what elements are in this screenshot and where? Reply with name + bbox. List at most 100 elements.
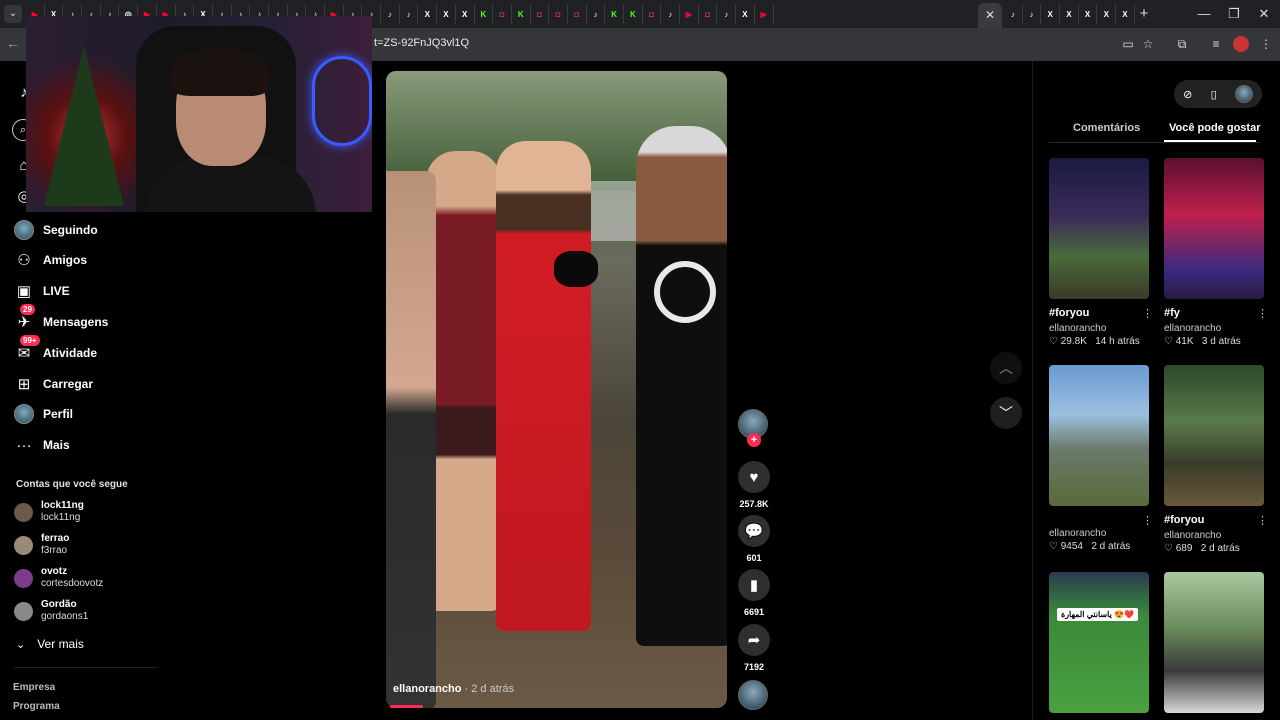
- browser-tab[interactable]: ◘: [549, 4, 568, 24]
- next-video-button[interactable]: ﹀: [990, 397, 1022, 429]
- browser-tab[interactable]: X: [1041, 4, 1061, 24]
- previous-video-button[interactable]: ︿: [990, 352, 1022, 384]
- followed-account[interactable]: ferrao f3rrao: [14, 533, 69, 557]
- active-tab-close-icon[interactable]: ✕: [978, 3, 1002, 28]
- sidebar-item-mais[interactable]: ··· Mais: [14, 433, 70, 457]
- recommended-video-meta: ♡ 29.8K 14 h atrás: [1049, 336, 1140, 347]
- video-username[interactable]: ellanorancho: [393, 683, 461, 695]
- recommended-video-author[interactable]: ellanorancho: [1164, 530, 1221, 541]
- browser-tab[interactable]: K: [605, 4, 624, 24]
- footer-link-empresa[interactable]: Empresa: [13, 682, 55, 693]
- browser-tab[interactable]: K: [512, 4, 531, 24]
- sidebar-item-live[interactable]: ▣ LIVE: [14, 279, 70, 303]
- like-button[interactable]: ♥ 257.8K: [738, 461, 770, 509]
- new-tab-button[interactable]: +: [1136, 4, 1152, 24]
- browser-tab[interactable]: X: [1079, 4, 1098, 24]
- browser-profile-avatar[interactable]: [1233, 36, 1249, 52]
- browser-tab[interactable]: ♪: [400, 4, 419, 24]
- url-text[interactable]: t=ZS-92FnJQ3vl1Q: [374, 37, 469, 49]
- sidebar-item-perfil[interactable]: Perfil: [14, 402, 73, 426]
- browser-tab[interactable]: ♪: [661, 4, 681, 24]
- footer-link-programa[interactable]: Programa: [13, 701, 60, 712]
- browser-tab[interactable]: X: [418, 4, 438, 24]
- browser-tab[interactable]: ♪: [717, 4, 737, 24]
- recommended-video-thumbnail[interactable]: ياسانتي المهارة 😍❤️: [1049, 572, 1149, 713]
- browser-tab[interactable]: K: [624, 4, 643, 24]
- browser-tab[interactable]: ▶: [755, 4, 774, 24]
- more-options-icon[interactable]: ⋮: [1142, 514, 1153, 527]
- tabs-divider: [1049, 142, 1261, 143]
- more-options-icon[interactable]: ⋮: [1257, 514, 1268, 527]
- user-avatar[interactable]: [1234, 85, 1253, 103]
- browser-tab[interactable]: ◘: [699, 4, 718, 24]
- browser-tab[interactable]: ◘: [531, 4, 550, 24]
- video-progress-bar[interactable]: [390, 705, 423, 708]
- media-controls-icon[interactable]: ≡: [1208, 36, 1224, 52]
- browser-tab[interactable]: ◘: [568, 4, 587, 24]
- browser-tab[interactable]: ◘: [643, 4, 662, 24]
- see-more-button[interactable]: ⌄ Ver mais: [16, 637, 84, 651]
- recommended-video-author[interactable]: ellanorancho: [1049, 323, 1106, 334]
- recommended-video-title[interactable]: #foryou: [1164, 514, 1204, 526]
- follow-plus-icon[interactable]: +: [747, 433, 761, 447]
- heart-outline-icon: ♡: [1164, 336, 1176, 347]
- browser-tab[interactable]: X: [736, 4, 755, 24]
- sidebar-item-carregar[interactable]: ⊞ Carregar: [14, 372, 93, 396]
- window-close-icon[interactable]: ✕: [1254, 4, 1274, 24]
- recommended-video-thumbnail[interactable]: [1164, 365, 1264, 506]
- browser-tab[interactable]: X: [1116, 4, 1135, 24]
- browser-menu-icon[interactable]: ⋮: [1258, 36, 1274, 52]
- cast-icon[interactable]: ▭: [1120, 36, 1136, 52]
- browser-tab[interactable]: X: [1097, 4, 1117, 24]
- tab-favicon-icon: ◘: [499, 9, 505, 19]
- browser-tab[interactable]: X: [1060, 4, 1079, 24]
- browser-tab[interactable]: ♪: [1004, 4, 1023, 24]
- followed-account[interactable]: ovotz cortesdoovotz: [14, 566, 103, 590]
- back-arrow-icon[interactable]: ←: [6, 35, 20, 51]
- tab-comentarios[interactable]: Comentários: [1073, 122, 1140, 134]
- recommended-video-title[interactable]: #foryou: [1049, 307, 1089, 319]
- bookmark-icon: ▮: [738, 569, 770, 601]
- tab-voce-pode-gostar[interactable]: Você pode gostar: [1169, 122, 1260, 134]
- more-options-icon[interactable]: ⋮: [1142, 307, 1153, 320]
- extensions-icon[interactable]: ⧉: [1174, 36, 1190, 52]
- sidebar-item-atividade[interactable]: ✉ 99+ Atividade: [14, 335, 97, 365]
- restore-icon[interactable]: ❐: [1224, 4, 1244, 24]
- sidebar-item-mensagens[interactable]: ✈ 29 Mensagens: [14, 304, 108, 334]
- recommended-video-author[interactable]: ellanorancho: [1049, 528, 1106, 539]
- browser-tab[interactable]: ♪: [1023, 4, 1042, 24]
- browser-tab[interactable]: X: [456, 4, 475, 24]
- device-icon[interactable]: ▯: [1211, 88, 1217, 101]
- heart-outline-icon: ♡: [1049, 336, 1061, 347]
- save-button[interactable]: ▮ 6691: [738, 569, 770, 617]
- bookmark-star-icon[interactable]: ☆: [1140, 36, 1156, 52]
- recommended-video-author[interactable]: ellanorancho: [1164, 323, 1221, 334]
- tab-favicon-icon: K: [480, 9, 487, 19]
- comment-button[interactable]: 💬 601: [738, 515, 770, 563]
- browser-tab[interactable]: K: [475, 4, 494, 24]
- recommended-video-thumbnail[interactable]: [1049, 365, 1149, 506]
- sidebar-item-amigos[interactable]: ⚇ Amigos: [14, 248, 87, 272]
- followed-account[interactable]: lock11ng lock11ng: [14, 500, 84, 524]
- more-options-icon[interactable]: ⋮: [1257, 307, 1268, 320]
- compass-icon[interactable]: ⊘: [1183, 88, 1192, 101]
- browser-tab[interactable]: ♪: [587, 4, 606, 24]
- recommended-video-thumbnail[interactable]: [1049, 158, 1149, 299]
- tab-search-chevron-icon[interactable]: ⌄: [4, 5, 22, 23]
- creator-avatar-button[interactable]: +: [738, 409, 770, 447]
- browser-tab[interactable]: ▶: [680, 4, 699, 24]
- music-avatar-button[interactable]: [738, 680, 770, 710]
- video-black-bow: [554, 251, 598, 287]
- browser-tab[interactable]: ♪: [381, 4, 400, 24]
- browser-tab[interactable]: X: [437, 4, 456, 24]
- recommended-video-thumbnail[interactable]: [1164, 572, 1264, 713]
- browser-tab[interactable]: ◘: [493, 4, 512, 24]
- recommended-video-title[interactable]: #fy: [1164, 307, 1180, 319]
- recommended-video-thumbnail[interactable]: [1164, 158, 1264, 299]
- video-player[interactable]: [386, 71, 727, 708]
- sidebar-item-label: Carregar: [43, 377, 94, 391]
- followed-account[interactable]: Gordão gordaons1: [14, 599, 88, 623]
- minimize-icon[interactable]: —: [1194, 4, 1214, 24]
- sidebar-item-seguindo[interactable]: Seguindo: [14, 218, 98, 242]
- share-button[interactable]: ➦ 7192: [738, 624, 770, 672]
